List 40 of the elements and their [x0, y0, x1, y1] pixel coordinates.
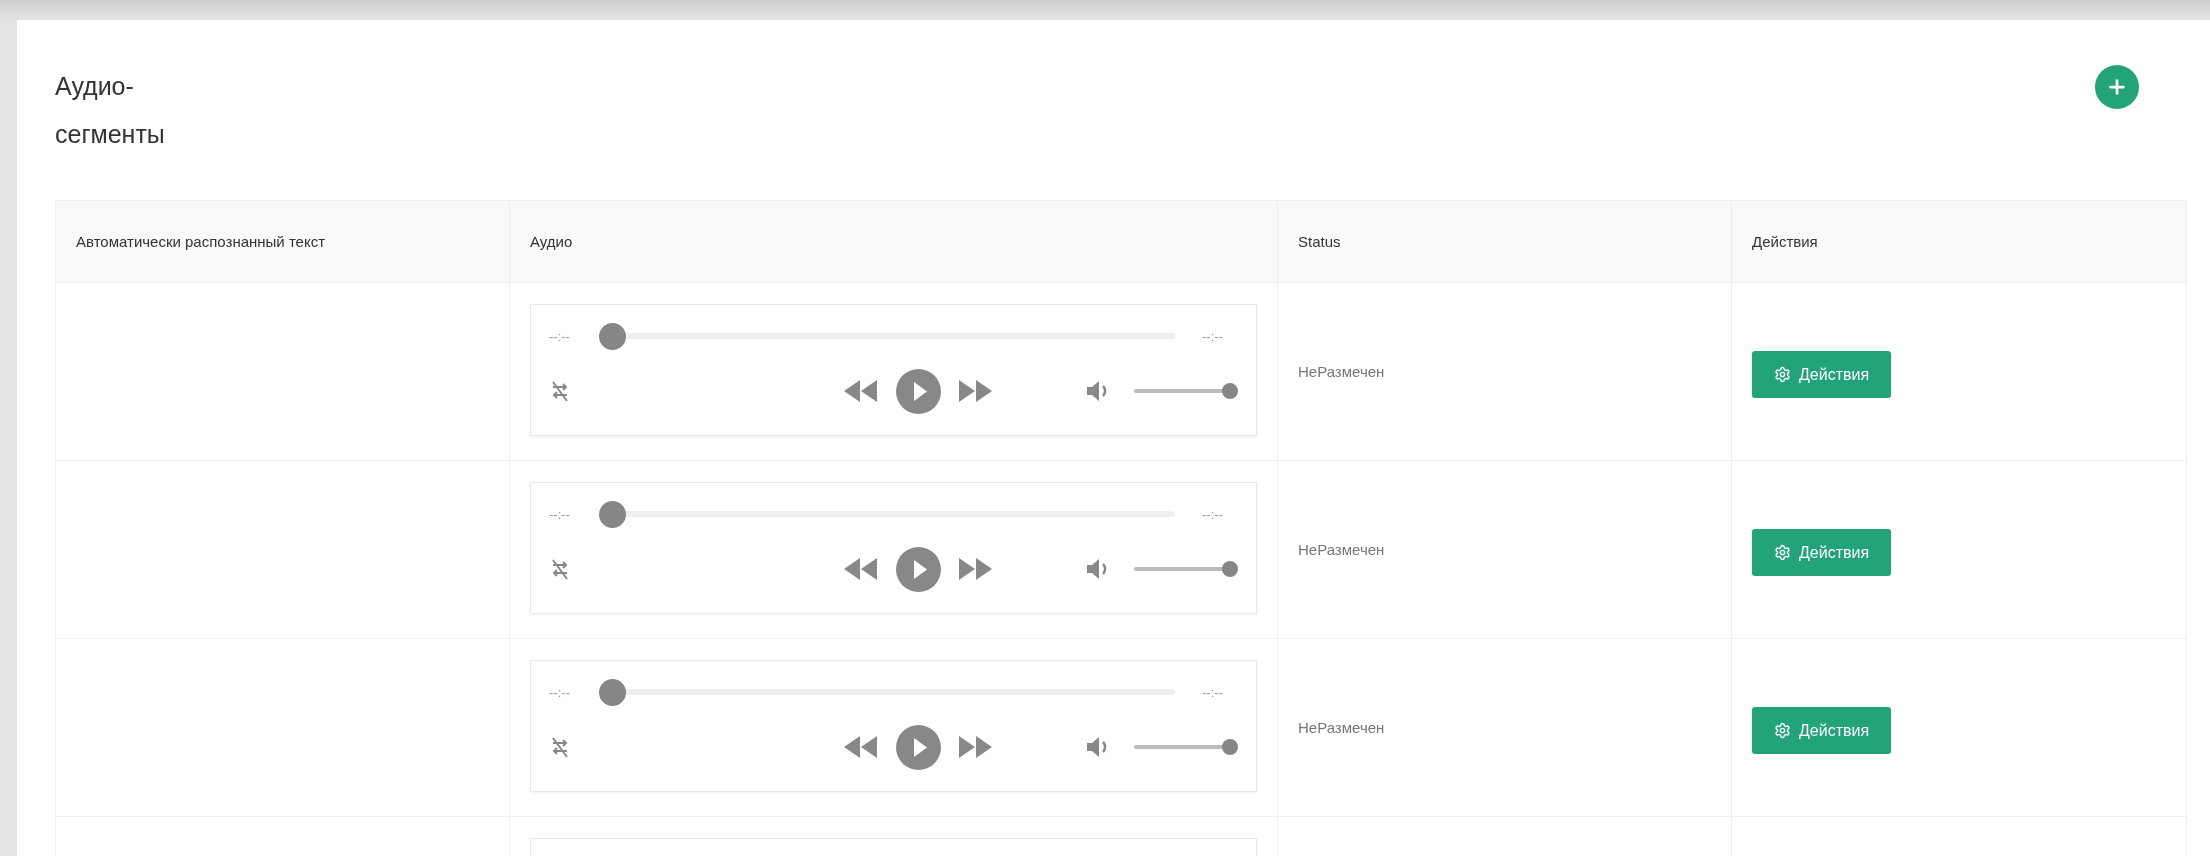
- status-text: НеРазмечен: [1298, 363, 1385, 380]
- actions-button[interactable]: Действия: [1752, 707, 1892, 754]
- page-title: Аудио- сегменты: [55, 71, 165, 150]
- column-header: Действия: [1732, 201, 2186, 283]
- elapsed-time: --:--: [549, 328, 571, 344]
- fast-forward-icon[interactable]: [959, 380, 993, 402]
- slider-thumb[interactable]: [1222, 739, 1238, 755]
- play-icon[interactable]: [896, 546, 941, 592]
- elapsed-time: --:--: [549, 684, 571, 700]
- duration-time: --:--: [1202, 328, 1224, 344]
- add-button[interactable]: [2095, 65, 2139, 109]
- column-header: Автоматически распознанный текст: [56, 201, 510, 283]
- slider-thumb[interactable]: [1222, 383, 1238, 399]
- loop-off-icon[interactable]: [549, 557, 571, 581]
- fast-forward-icon[interactable]: [959, 736, 993, 758]
- slider-thumb[interactable]: [599, 678, 626, 706]
- fast-forward-icon[interactable]: [959, 558, 993, 580]
- status-text: НеРазмечен: [1298, 719, 1385, 736]
- duration-time: --:--: [1202, 684, 1224, 700]
- rewind-icon[interactable]: [844, 736, 878, 758]
- slider-thumb[interactable]: [1222, 561, 1238, 577]
- slider-thumb[interactable]: [599, 500, 626, 528]
- play-icon[interactable]: [896, 368, 941, 414]
- loop-off-icon[interactable]: [549, 379, 571, 403]
- gear-icon: [1774, 722, 1791, 739]
- column-header: Аудио: [510, 201, 1278, 283]
- status-text: НеРазмечен: [1298, 541, 1385, 558]
- rewind-icon[interactable]: [844, 380, 878, 402]
- slider-thumb[interactable]: [599, 322, 626, 350]
- gear-icon: [1774, 544, 1791, 561]
- duration-time: --:--: [1202, 506, 1224, 522]
- actions-button[interactable]: Действия: [1752, 351, 1892, 398]
- rewind-icon[interactable]: [844, 558, 878, 580]
- column-header: Status: [1278, 201, 1732, 283]
- elapsed-time: --:--: [549, 506, 571, 522]
- actions-button[interactable]: Действия: [1752, 529, 1892, 576]
- loop-off-icon[interactable]: [549, 735, 571, 759]
- play-icon[interactable]: [896, 724, 941, 770]
- plus-icon: [2106, 76, 2128, 98]
- gear-icon: [1774, 366, 1791, 383]
